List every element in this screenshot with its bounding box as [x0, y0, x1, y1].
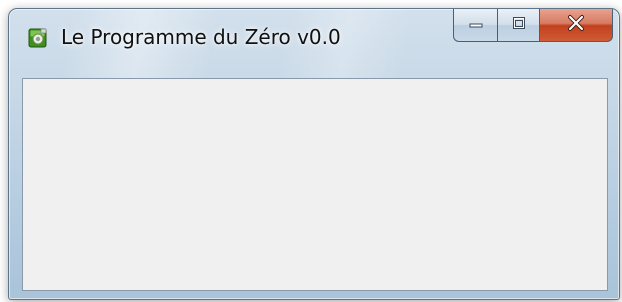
window-title: Le Programme du Zéro v0.0 [61, 25, 341, 49]
application-window: Le Programme du Zéro v0.0 [8, 8, 620, 300]
maximize-icon [510, 15, 528, 36]
app-icon[interactable] [27, 27, 49, 49]
maximize-button[interactable] [497, 9, 539, 42]
close-icon [566, 14, 586, 37]
minimize-button[interactable] [453, 9, 497, 42]
client-area[interactable] [22, 78, 608, 291]
title-bar[interactable]: Le Programme du Zéro v0.0 [9, 9, 619, 75]
close-button[interactable] [539, 9, 613, 42]
window-controls [453, 9, 613, 47]
minimize-icon [467, 16, 485, 35]
